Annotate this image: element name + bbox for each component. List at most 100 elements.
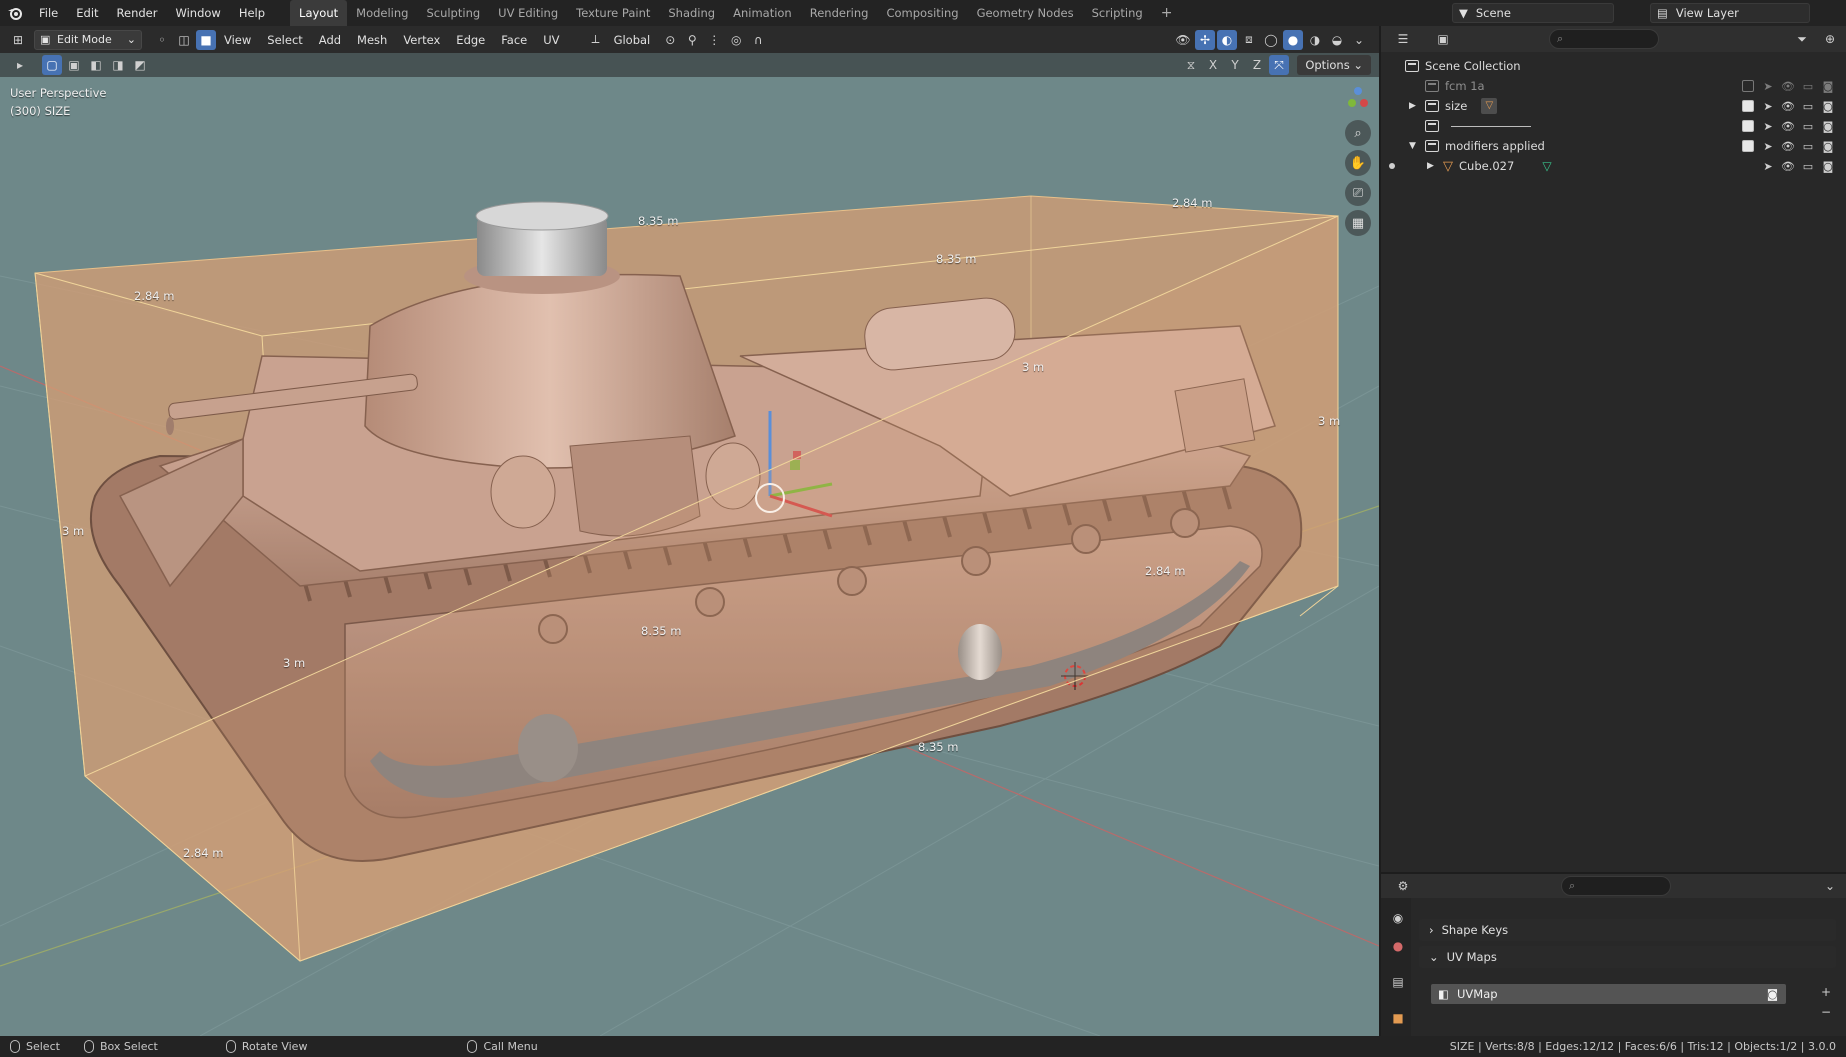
tab-scripting[interactable]: Scripting (1083, 0, 1152, 26)
orientation-selector[interactable]: Global (606, 30, 659, 50)
select-arrow-icon[interactable]: ➤ (1760, 158, 1776, 174)
expand-arrow-icon[interactable]: ▶ (1427, 161, 1443, 171)
menu-window[interactable]: Window (166, 0, 229, 26)
outliner-row[interactable]: ▶ ▽ Cube.027 ▽ ➤ 👁 ▭ ◙ (1381, 156, 1846, 176)
axis-navigator-icon[interactable] (1345, 84, 1371, 110)
outliner-search-input[interactable]: ⌕ (1549, 29, 1659, 49)
tab-texture-paint[interactable]: Texture Paint (567, 0, 659, 26)
overlays-toggle-icon[interactable]: ◐ (1217, 29, 1237, 50)
exclude-checkbox[interactable] (1740, 118, 1756, 134)
display-mode-icon[interactable]: ▣ (1433, 29, 1453, 49)
snap-target-icon[interactable]: ⋮ (704, 30, 724, 50)
menu-select[interactable]: Select (259, 30, 310, 50)
tab-sculpting[interactable]: Sculpting (417, 0, 489, 26)
camera-icon[interactable]: ◙ (1820, 78, 1836, 94)
select-arrow-icon[interactable]: ➤ (1760, 98, 1776, 114)
tab-layout[interactable]: Layout (290, 0, 348, 26)
select-arrow-icon[interactable]: ➤ (1760, 118, 1776, 134)
rendered-shading-icon[interactable]: ◒ (1327, 30, 1347, 50)
eye-icon[interactable]: 👁 (1780, 118, 1796, 134)
options-button[interactable]: Options ⌄ (1297, 55, 1371, 75)
vertex-select-icon[interactable]: ◦ (152, 30, 172, 50)
collapse-arrow-icon[interactable]: ▼ (1409, 141, 1425, 151)
scene-collection-row[interactable]: Scene Collection (1381, 56, 1846, 76)
exclude-checkbox[interactable] (1740, 78, 1756, 94)
uv-maps-panel[interactable]: ⌄ UV Maps (1419, 946, 1836, 968)
outliner-row[interactable]: ➤ 👁 ▭ ◙ (1381, 116, 1846, 136)
monitor-icon[interactable]: ▭ (1800, 78, 1816, 94)
menu-render[interactable]: Render (108, 0, 167, 26)
properties-search-input[interactable]: ⌕ (1561, 876, 1671, 896)
select-arrow-icon[interactable]: ➤ (1760, 138, 1776, 154)
blender-logo-icon[interactable] (0, 0, 30, 26)
eye-icon[interactable]: 👁 (1780, 138, 1796, 154)
menu-vertex[interactable]: Vertex (395, 30, 448, 50)
mode-selector[interactable]: ▣ Edit Mode ⌄ (34, 29, 142, 50)
pan-hand-icon[interactable]: ✋ (1345, 150, 1371, 176)
material-shading-icon[interactable]: ◑ (1305, 30, 1325, 50)
chevron-down-icon[interactable]: ⌄ (1820, 876, 1840, 896)
face-select-icon[interactable]: ■ (196, 29, 216, 50)
eye-icon[interactable]: 👁 (1780, 78, 1796, 94)
xray-toggle-icon[interactable]: ⧈ (1239, 30, 1259, 50)
new-collection-icon[interactable]: ⊕ (1820, 29, 1840, 49)
menu-edit[interactable]: Edit (67, 0, 107, 26)
3d-viewport[interactable]: ⊞ ▣ Edit Mode ⌄ ◦ ◫ ■ View Select Add Me… (0, 26, 1379, 1036)
add-workspace-icon[interactable]: + (1152, 0, 1182, 26)
mirror-icon[interactable]: ⧖ (1181, 55, 1201, 75)
properties-editor-icon[interactable]: ⚙ (1393, 876, 1413, 896)
menu-mesh[interactable]: Mesh (349, 30, 395, 50)
menu-edge[interactable]: Edge (448, 30, 493, 50)
wireframe-shading-icon[interactable]: ◯ (1261, 30, 1281, 50)
tab-modeling[interactable]: Modeling (347, 0, 417, 26)
menu-file[interactable]: File (30, 0, 67, 26)
falloff-icon[interactable]: ∩ (748, 30, 768, 50)
camera-icon[interactable]: ◙ (1820, 158, 1836, 174)
tab-shading[interactable]: Shading (659, 0, 724, 26)
axis-x-toggle[interactable]: X (1203, 55, 1223, 75)
select-arrow-icon[interactable]: ➤ (1760, 78, 1776, 94)
exclude-checkbox[interactable] (1740, 138, 1756, 154)
camera-view-icon[interactable]: ⎚ (1345, 180, 1371, 206)
menu-uv[interactable]: UV (535, 30, 567, 50)
select-tool-icon[interactable]: ▸ (10, 55, 30, 75)
monitor-icon[interactable]: ▭ (1800, 158, 1816, 174)
edge-select-icon[interactable]: ◫ (174, 30, 194, 50)
editor-type-icon[interactable]: ⊞ (8, 30, 28, 50)
solid-shading-icon[interactable]: ● (1283, 29, 1303, 50)
select-new-icon[interactable]: ▢ (42, 55, 62, 75)
render-tab-icon[interactable]: ◉ (1388, 908, 1408, 928)
edit-mode-dot-icon[interactable] (1389, 163, 1395, 169)
menu-help[interactable]: Help (230, 0, 274, 26)
zoom-icon[interactable]: ⌕ (1345, 120, 1371, 146)
axis-y-toggle[interactable]: Y (1225, 55, 1245, 75)
select-extend-icon[interactable]: ▣ (64, 55, 84, 75)
axis-z-toggle[interactable]: Z (1247, 55, 1267, 75)
outliner-row[interactable]: ▶ size ▽ ➤ 👁 ▭ ◙ (1381, 96, 1846, 116)
perspective-toggle-icon[interactable]: ▦ (1345, 210, 1371, 236)
remove-uv-map-button[interactable]: − (1816, 1002, 1836, 1022)
camera-icon[interactable]: ◙ (1820, 138, 1836, 154)
outliner-row[interactable]: fcm 1a ➤ 👁 ▭ ◙ (1381, 76, 1846, 96)
select-invert-icon[interactable]: ◨ (108, 55, 128, 75)
menu-face[interactable]: Face (493, 30, 535, 50)
add-uv-map-button[interactable]: + (1816, 982, 1836, 1002)
menu-add[interactable]: Add (311, 30, 349, 50)
tab-animation[interactable]: Animation (724, 0, 801, 26)
filter-icon[interactable]: ⏷ (1792, 29, 1812, 49)
expand-arrow-icon[interactable]: ▶ (1409, 101, 1425, 111)
select-subtract-icon[interactable]: ◧ (86, 55, 106, 75)
monitor-icon[interactable]: ▭ (1800, 138, 1816, 154)
visibility-icon[interactable]: 👁 (1173, 30, 1193, 50)
outliner-row[interactable]: ▼ modifiers applied ➤ 👁 ▭ ◙ (1381, 136, 1846, 156)
tab-uv-editing[interactable]: UV Editing (489, 0, 567, 26)
eye-icon[interactable]: 👁 (1780, 98, 1796, 114)
tab-geometry-nodes[interactable]: Geometry Nodes (968, 0, 1083, 26)
collection-tab-icon[interactable]: ▤ (1388, 972, 1408, 992)
menu-view[interactable]: View (216, 30, 259, 50)
scene-selector[interactable]: ▼ Scene (1452, 3, 1614, 23)
outliner-editor-icon[interactable]: ☰ (1393, 29, 1413, 49)
tab-rendering[interactable]: Rendering (801, 0, 878, 26)
monitor-icon[interactable]: ▭ (1800, 98, 1816, 114)
exclude-checkbox[interactable] (1740, 98, 1756, 114)
